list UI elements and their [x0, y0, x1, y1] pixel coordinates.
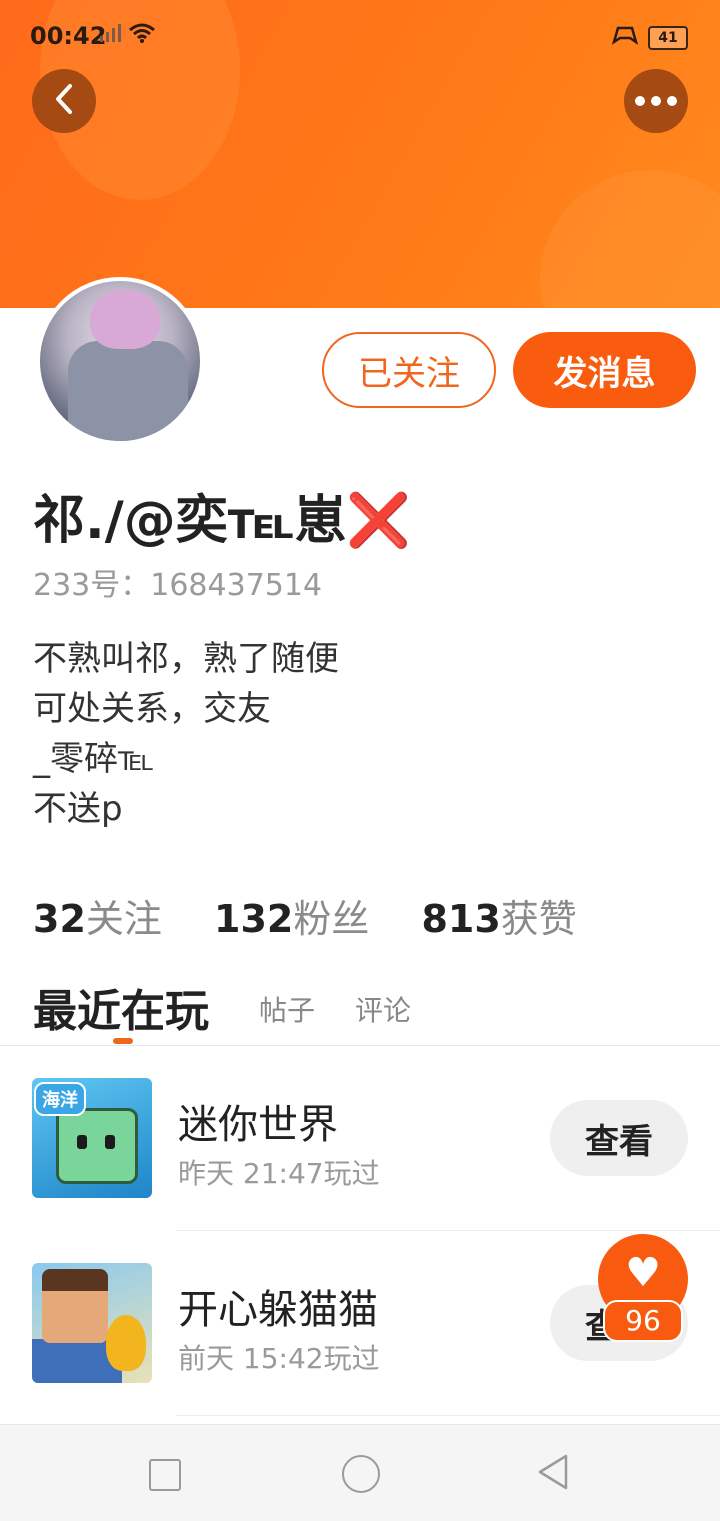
divider: [176, 1230, 720, 1231]
send-message-button[interactable]: 发消息: [513, 332, 696, 408]
bio-line: 不熟叫祁，熟了随便: [33, 639, 339, 679]
view-game-button[interactable]: 查看: [550, 1100, 688, 1176]
game-name: 迷你世界: [178, 1102, 338, 1148]
user-id: 233号：168437514: [33, 568, 323, 603]
divider: [176, 1415, 720, 1416]
like-count-badge: 96: [603, 1300, 683, 1342]
heart-icon: ♥: [625, 1250, 661, 1296]
status-time: 00:42: [30, 22, 107, 50]
username: 祁./@奕℡崽❌: [33, 491, 412, 551]
bio: 不熟叫祁，熟了随便 可处关系，交友 _零碎℡ 不送p: [33, 634, 339, 834]
wifi-icon: [128, 22, 156, 50]
game-last-played: 昨天 21:47玩过: [178, 1157, 380, 1190]
game-last-played: 前天 15:42玩过: [178, 1342, 380, 1375]
signal-x-icon: [98, 24, 122, 49]
tab-recently-played[interactable]: 最近在玩: [33, 975, 209, 1039]
back-button[interactable]: [32, 69, 96, 133]
more-dots-icon: [635, 96, 677, 106]
game-list-item[interactable]: 海洋 迷你世界 昨天 21:47玩过 查看: [0, 1078, 720, 1218]
tab-posts[interactable]: 帖子: [259, 989, 315, 1029]
tab-comments[interactable]: 评论: [355, 989, 411, 1029]
bio-line: 不送p: [33, 789, 123, 829]
bio-line: 可处关系，交友: [33, 689, 271, 729]
home-icon[interactable]: [342, 1455, 380, 1493]
back-triangle-icon[interactable]: [536, 1453, 570, 1495]
game-icon: [32, 1263, 152, 1383]
battery-indicator: 41: [648, 26, 688, 50]
avatar[interactable]: [36, 277, 204, 445]
bio-line: _零碎℡: [33, 739, 155, 779]
chevron-left-icon: [52, 83, 76, 119]
stat-likes: 813获赞: [421, 897, 577, 941]
game-icon-tag: 海洋: [34, 1082, 86, 1116]
recent-apps-icon[interactable]: [149, 1459, 181, 1491]
status-bar: 00:42 41: [0, 0, 720, 72]
profile-header-banner: 00:42 41: [0, 0, 720, 308]
following-button[interactable]: 已关注: [322, 332, 496, 408]
game-name: 开心躲猫猫: [178, 1287, 378, 1333]
banner-decoration: [540, 170, 720, 308]
stat-following[interactable]: 32关注: [33, 888, 162, 943]
divider: [0, 1045, 720, 1046]
stat-followers[interactable]: 132粉丝: [214, 888, 369, 943]
system-nav-bar: [0, 1424, 720, 1521]
game-icon: 海洋: [32, 1078, 152, 1198]
gamepad-icon: [610, 24, 640, 52]
more-options-button[interactable]: [624, 69, 688, 133]
tab-indicator: [113, 1038, 133, 1044]
stats-row: 32关注 132粉丝 813获赞: [33, 888, 617, 943]
